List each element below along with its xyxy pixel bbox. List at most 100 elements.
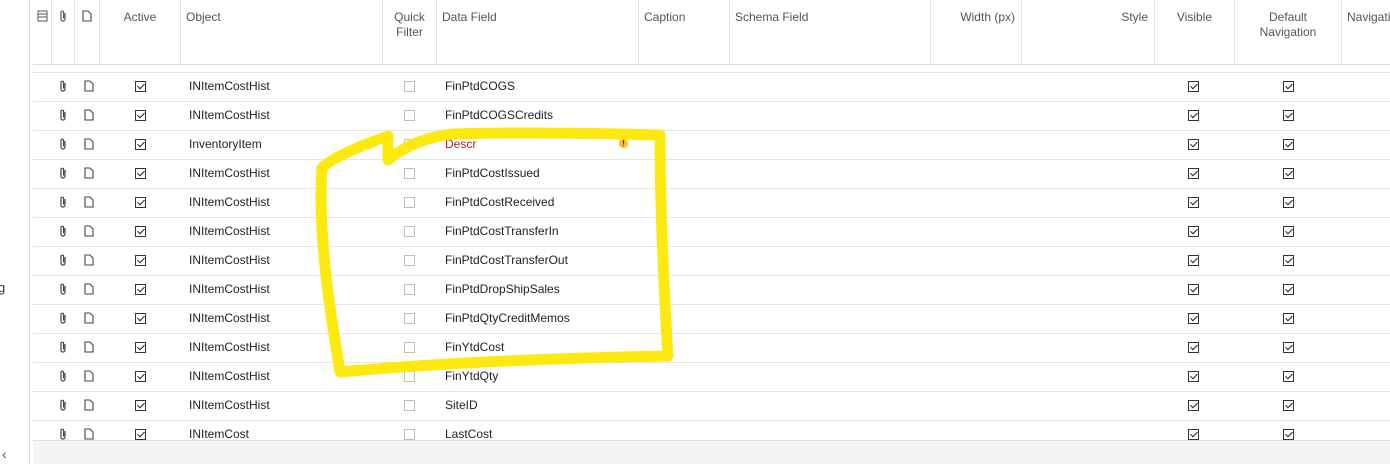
visible-checkbox[interactable] (1188, 313, 1199, 324)
note-icon[interactable] (84, 370, 94, 385)
data-field-cell[interactable]: FinPtdCOGSCredits (445, 101, 620, 130)
note-icon[interactable] (84, 109, 94, 124)
active-checkbox[interactable] (135, 400, 146, 411)
attachment-icon[interactable] (58, 399, 68, 415)
attachment-icon[interactable] (58, 167, 68, 183)
column-navigation[interactable]: Navigati (1342, 0, 1390, 64)
visible-checkbox[interactable] (1188, 226, 1199, 237)
table-row[interactable]: InventoryItem Descr! (33, 130, 1390, 160)
default-navigation-checkbox[interactable] (1283, 81, 1294, 92)
column-visible[interactable]: Visible (1155, 0, 1235, 64)
object-cell[interactable]: INItemCostHist (189, 304, 379, 333)
note-icon[interactable] (84, 254, 94, 269)
attachment-icon[interactable] (58, 312, 68, 328)
data-field-cell[interactable]: FinPtdCOGS (445, 72, 620, 101)
quick-filter-checkbox[interactable] (404, 197, 415, 208)
default-navigation-checkbox[interactable] (1283, 197, 1294, 208)
table-row[interactable]: INItemCostHist FinYtdCost (33, 333, 1390, 363)
table-row[interactable]: INItemCostHist FinPtdCostIssued (33, 159, 1390, 189)
column-default-navigation[interactable]: Default Navigation (1235, 0, 1342, 64)
active-checkbox[interactable] (135, 197, 146, 208)
note-icon[interactable] (84, 399, 94, 414)
quick-filter-checkbox[interactable] (404, 81, 415, 92)
object-cell[interactable]: INItemCostHist (189, 246, 379, 275)
table-row[interactable]: INItemCostHist FinPtdCostReceived (33, 188, 1390, 218)
active-checkbox[interactable] (135, 110, 146, 121)
default-navigation-checkbox[interactable] (1283, 400, 1294, 411)
data-field-cell[interactable]: Descr (445, 130, 620, 159)
default-navigation-checkbox[interactable] (1283, 168, 1294, 179)
visible-checkbox[interactable] (1188, 168, 1199, 179)
active-checkbox[interactable] (135, 168, 146, 179)
column-data-field[interactable]: Data Field (437, 0, 639, 64)
active-checkbox[interactable] (135, 81, 146, 92)
active-checkbox[interactable] (135, 371, 146, 382)
data-field-cell[interactable]: FinYtdQty (445, 362, 620, 391)
default-navigation-checkbox[interactable] (1283, 342, 1294, 353)
visible-checkbox[interactable] (1188, 400, 1199, 411)
default-navigation-checkbox[interactable] (1283, 429, 1294, 440)
object-cell[interactable]: INItemCostHist (189, 72, 379, 101)
default-navigation-checkbox[interactable] (1283, 110, 1294, 121)
visible-checkbox[interactable] (1188, 110, 1199, 121)
visible-checkbox[interactable] (1188, 342, 1199, 353)
note-icon[interactable] (84, 225, 94, 240)
active-checkbox[interactable] (135, 284, 146, 295)
note-icon[interactable] (84, 341, 94, 356)
table-row[interactable]: INItemCostHist SiteID (33, 391, 1390, 421)
data-field-cell[interactable]: FinYtdCost (445, 333, 620, 362)
note-icon[interactable] (84, 283, 94, 298)
quick-filter-checkbox[interactable] (404, 255, 415, 266)
note-icon[interactable] (84, 138, 94, 153)
column-active[interactable]: Active (100, 0, 181, 64)
active-checkbox[interactable] (135, 226, 146, 237)
data-field-cell[interactable]: FinPtdQtyCreditMemos (445, 304, 620, 333)
table-row[interactable]: INItemCostHist FinPtdCostTransferOut (33, 246, 1390, 276)
visible-checkbox[interactable] (1188, 81, 1199, 92)
note-icon[interactable] (84, 196, 94, 211)
quick-filter-checkbox[interactable] (404, 342, 415, 353)
object-cell[interactable]: INItemCostHist (189, 362, 379, 391)
data-field-cell[interactable]: FinPtdDropShipSales (445, 275, 620, 304)
attachment-icon[interactable] (58, 283, 68, 299)
object-cell[interactable]: INItemCostHist (189, 275, 379, 304)
attachment-icon[interactable] (58, 341, 68, 357)
column-style[interactable]: Style (1022, 0, 1155, 64)
active-checkbox[interactable] (135, 139, 146, 150)
default-navigation-checkbox[interactable] (1283, 255, 1294, 266)
table-row[interactable]: INItemCostHist FinPtdCOGS (33, 72, 1390, 102)
visible-checkbox[interactable] (1188, 255, 1199, 266)
active-checkbox[interactable] (135, 342, 146, 353)
table-row[interactable]: INItemCostHist FinPtdDropShipSales (33, 275, 1390, 305)
quick-filter-checkbox[interactable] (404, 139, 415, 150)
data-field-cell[interactable]: FinPtdCostTransferIn (445, 217, 620, 246)
default-navigation-checkbox[interactable] (1283, 371, 1294, 382)
default-navigation-checkbox[interactable] (1283, 226, 1294, 237)
table-row[interactable]: INItemCostHist FinPtdCostTransferIn (33, 217, 1390, 247)
column-object[interactable]: Object (181, 0, 383, 64)
object-cell[interactable]: INItemCostHist (189, 101, 379, 130)
default-navigation-checkbox[interactable] (1283, 139, 1294, 150)
column-width[interactable]: Width (px) (931, 0, 1022, 64)
default-navigation-checkbox[interactable] (1283, 284, 1294, 295)
visible-checkbox[interactable] (1188, 197, 1199, 208)
data-field-cell[interactable]: FinPtdCostReceived (445, 188, 620, 217)
object-cell[interactable]: INItemCostHist (189, 391, 379, 420)
visible-checkbox[interactable] (1188, 429, 1199, 440)
note-icon[interactable] (84, 80, 94, 95)
visible-checkbox[interactable] (1188, 371, 1199, 382)
attachment-icon[interactable] (58, 370, 68, 386)
quick-filter-checkbox[interactable] (404, 313, 415, 324)
data-field-cell[interactable]: FinPtdCostIssued (445, 159, 620, 188)
data-field-cell[interactable]: FinPtdCostTransferOut (445, 246, 620, 275)
quick-filter-checkbox[interactable] (404, 429, 415, 440)
attachment-icon[interactable] (58, 109, 68, 125)
table-row[interactable]: INItemCostHist FinYtdQty (33, 362, 1390, 392)
column-schema-field[interactable]: Schema Field (730, 0, 931, 64)
object-cell[interactable]: INItemCostHist (189, 333, 379, 362)
horizontal-scrollbar[interactable] (33, 440, 1390, 464)
object-cell[interactable]: InventoryItem (189, 130, 379, 159)
grid-settings-icon[interactable] (33, 0, 52, 64)
quick-filter-checkbox[interactable] (404, 284, 415, 295)
attachment-icon[interactable] (58, 80, 68, 96)
